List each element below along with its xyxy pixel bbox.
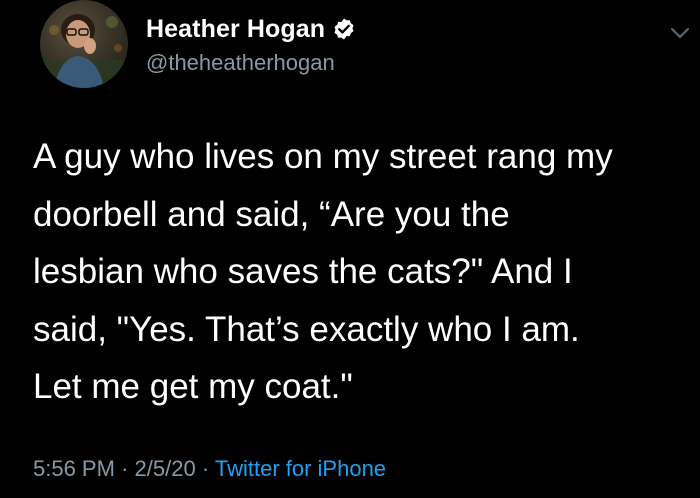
verified-badge-icon bbox=[332, 17, 356, 41]
tweet-line: lesbian who saves the cats?" And I bbox=[33, 252, 573, 291]
tweet-time[interactable]: 5:56 PM bbox=[33, 456, 115, 481]
author-handle[interactable]: @theheatherhogan bbox=[146, 50, 335, 76]
tweet-card: Heather Hogan @theheatherhogan A guy who… bbox=[0, 0, 700, 498]
tweet-line: Let me get my coat." bbox=[33, 367, 353, 406]
chevron-down-icon[interactable] bbox=[670, 26, 690, 40]
avatar[interactable] bbox=[40, 0, 128, 88]
display-name[interactable]: Heather Hogan bbox=[146, 15, 325, 44]
avatar-image bbox=[40, 14, 128, 88]
tweet-body: A guy who lives on my street rang my doo… bbox=[33, 128, 693, 416]
tweet-line: said, "Yes. That’s exactly who I am. bbox=[33, 309, 580, 349]
tweet-line: doorbell and said, “Are you the bbox=[33, 194, 510, 234]
author-name-row[interactable]: Heather Hogan bbox=[146, 11, 356, 47]
tweet-meta: 5:56 PM · 2/5/20 · Twitter for iPhone bbox=[33, 456, 386, 482]
meta-separator: · bbox=[121, 456, 129, 481]
tweet-line: A guy who lives on my street rang my bbox=[33, 137, 613, 176]
tweet-date[interactable]: 2/5/20 bbox=[135, 456, 196, 481]
meta-separator: · bbox=[201, 456, 210, 481]
tweet-source-link[interactable]: Twitter for iPhone bbox=[215, 456, 386, 481]
